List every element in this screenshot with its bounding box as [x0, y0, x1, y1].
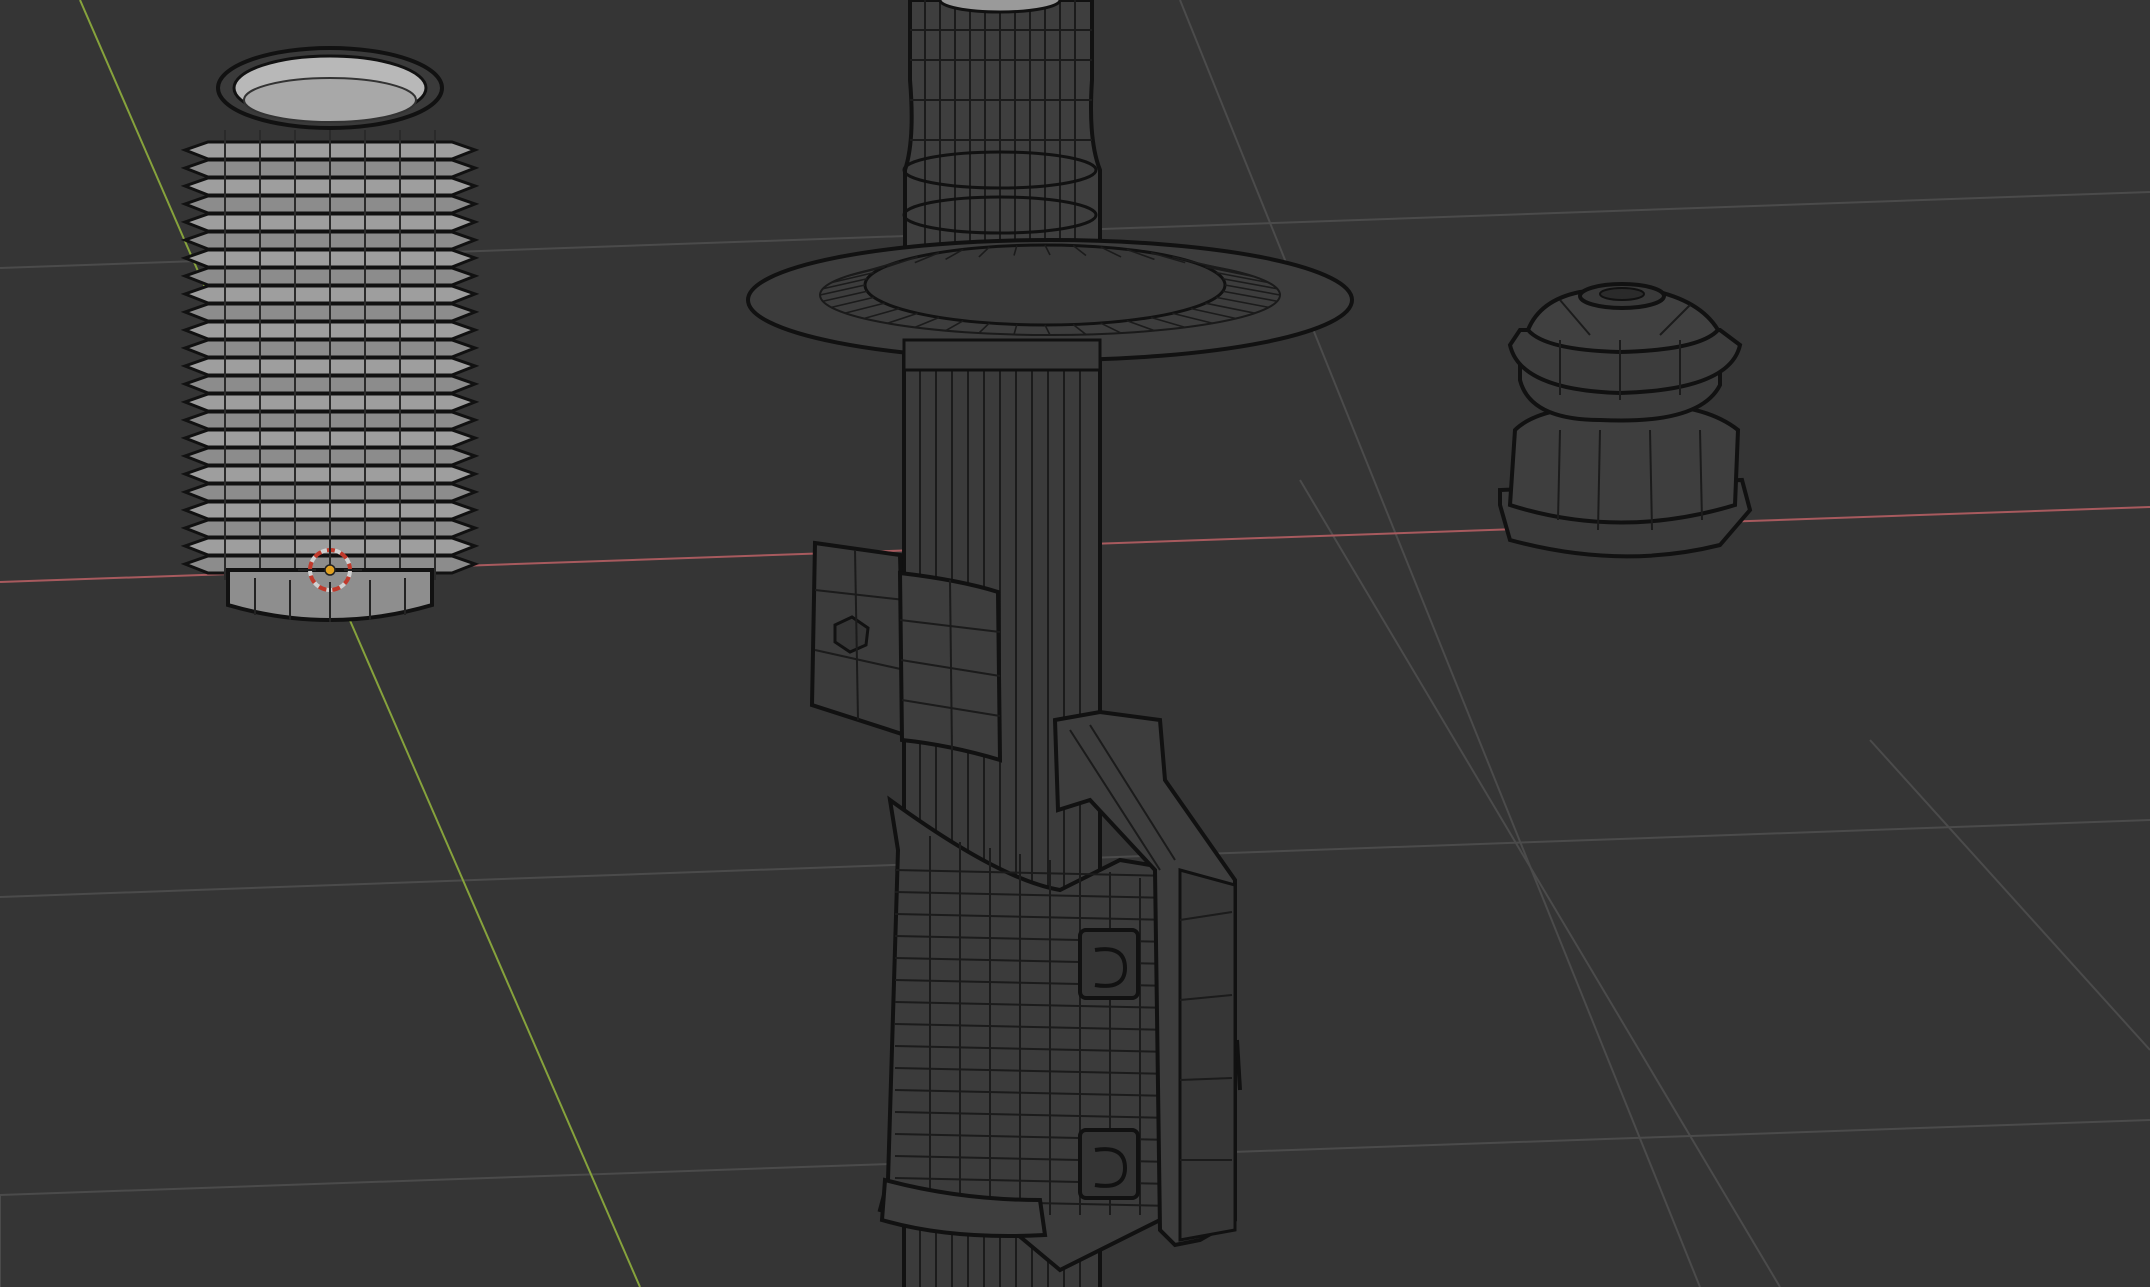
viewport-canvas[interactable] [0, 0, 2150, 1287]
bump-stop-object[interactable] [1498, 282, 1753, 559]
shock-absorber-strut-object[interactable] [746, 0, 1354, 1287]
3d-viewport[interactable] [0, 0, 2150, 1287]
dust-boot-bellows-object[interactable] [180, 46, 480, 622]
mount-hole-icon [1078, 928, 1140, 1000]
mount-hole-icon [1078, 1128, 1140, 1200]
